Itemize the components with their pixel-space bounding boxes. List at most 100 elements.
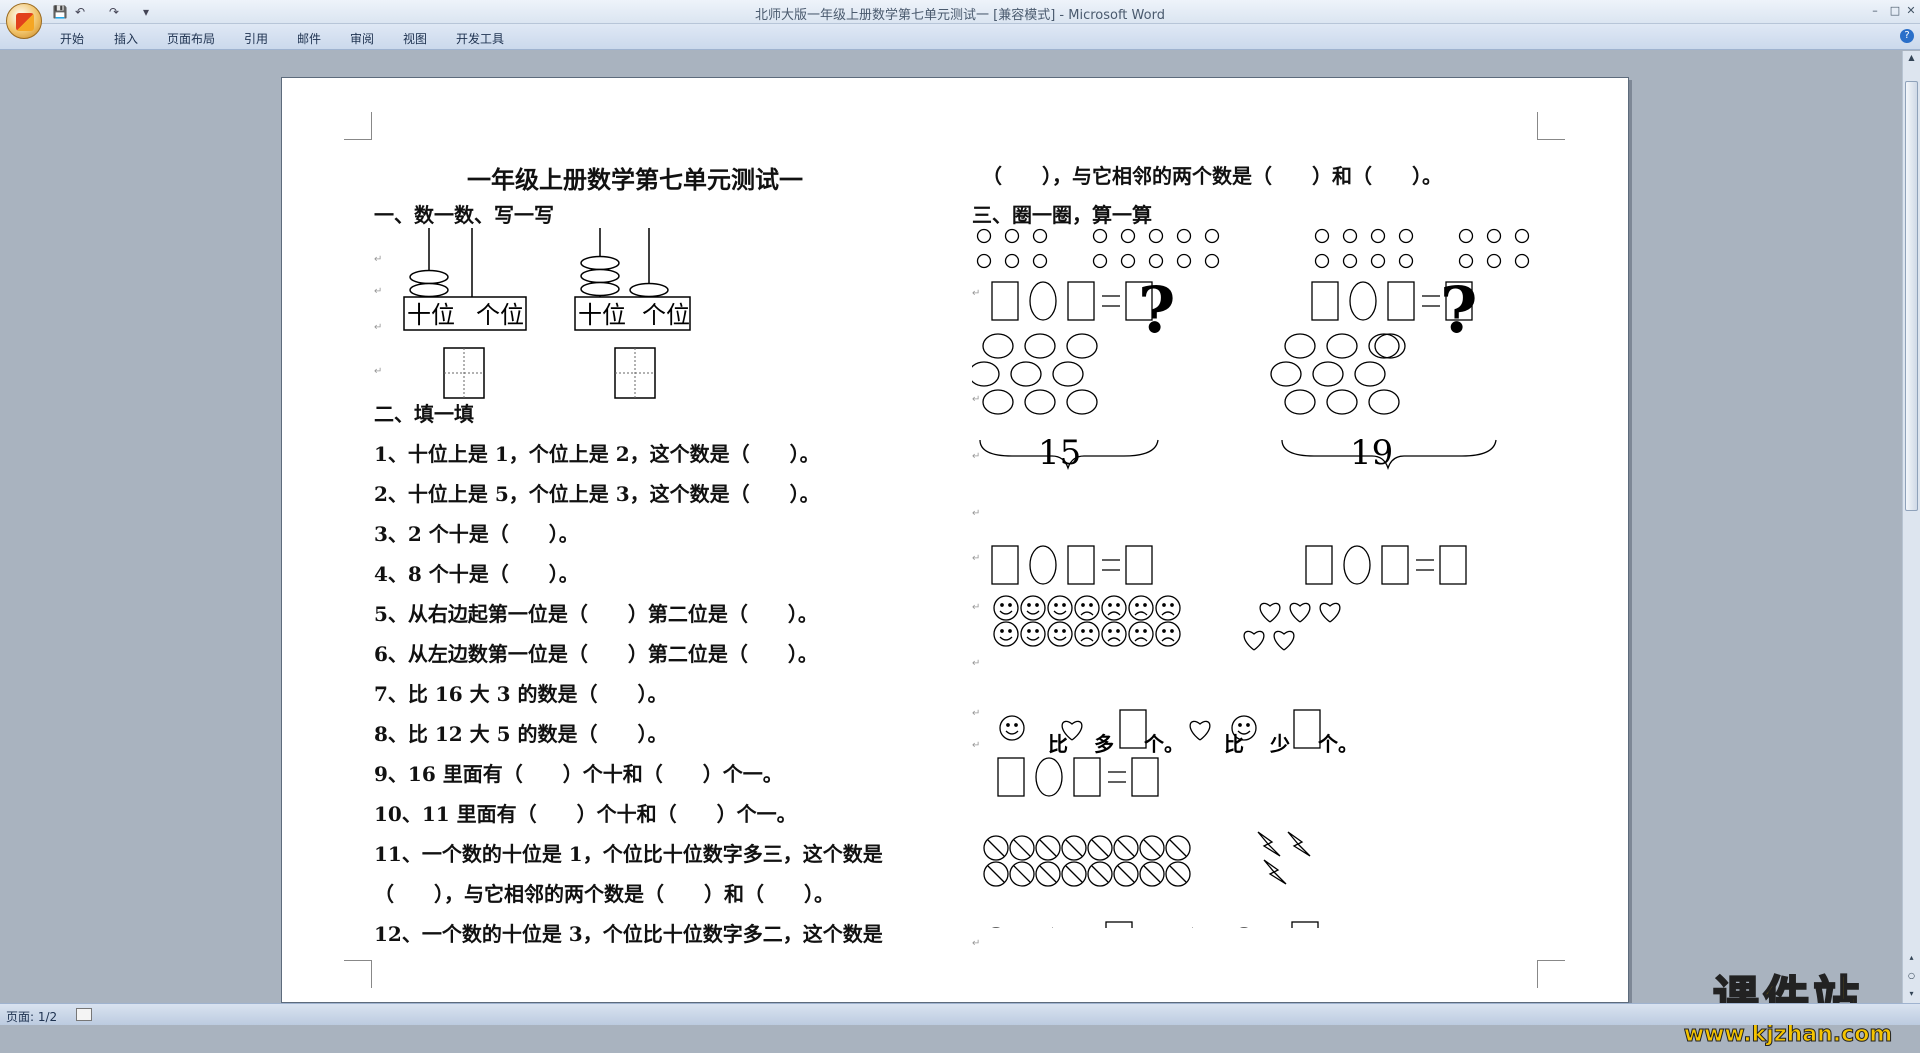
tab-view[interactable]: 视图 — [403, 30, 427, 47]
counting-circle — [1270, 361, 1302, 387]
no-sign-icon — [1013, 865, 1031, 883]
answer-box — [997, 757, 1025, 797]
no-sign-icon — [1091, 839, 1109, 857]
counting-circle — [1032, 228, 1048, 244]
close-icon[interactable]: ✕ — [1900, 2, 1920, 20]
circle-and-count-exercises: ? ? 15 19 比 多 个。 比 少 个。 比 多 个。 比 少 个。 — [972, 228, 1530, 928]
place-label-ones: 个位 — [642, 301, 690, 329]
counting-circle — [1204, 228, 1220, 244]
question-item: 6、从左边数第一位是（ ）第二位是（ ）。 — [374, 642, 818, 666]
compare-label: 多 — [1094, 732, 1114, 756]
counting-circle — [1514, 228, 1530, 244]
no-sign-icon — [987, 865, 1005, 883]
counting-circle — [1374, 333, 1406, 359]
tab-insert[interactable]: 插入 — [114, 30, 138, 47]
counting-circle — [1354, 361, 1386, 387]
smiley-icon — [993, 595, 1019, 621]
no-sign-icon — [1013, 839, 1031, 857]
compare-label: 比 — [1224, 732, 1244, 756]
no-sign-icon — [987, 839, 1005, 857]
question-item: 11、一个数的十位是 1，个位比十位数字多三，这个数是 — [374, 842, 883, 866]
counting-circle — [1486, 253, 1502, 269]
smiley-icon — [993, 621, 1019, 647]
scroll-up-icon[interactable]: ▲ — [1905, 51, 1918, 64]
heart-icon — [1189, 720, 1211, 741]
section-heading: 二、填一填 — [374, 402, 474, 426]
tab-references[interactable]: 引用 — [244, 30, 268, 47]
answer-box — [1131, 757, 1159, 797]
window-title: 北师大版一年级上册数学第七单元测试一 [兼容模式] - Microsoft Wo… — [755, 8, 1165, 23]
counting-circle — [976, 228, 992, 244]
counting-circle — [1314, 253, 1330, 269]
minimize-icon[interactable]: – — [1864, 2, 1886, 20]
tab-page-layout[interactable]: 页面布局 — [167, 30, 215, 47]
help-icon[interactable]: ? — [1900, 29, 1914, 43]
document-page[interactable]: 一年级上册数学第七单元测试一 一、数一数、写一写 十位 个位 十位 个位 ↵ ↵… — [281, 77, 1629, 1003]
tab-developer[interactable]: 开发工具 — [456, 30, 504, 47]
counting-circle — [1010, 361, 1042, 387]
counting-circle — [1370, 253, 1386, 269]
question-item: 2、十位上是 5，个位上是 3，这个数是（ ）。 — [374, 482, 820, 506]
answer-box — [1381, 545, 1409, 585]
counting-circle — [1370, 228, 1386, 244]
page-count[interactable]: 页面: 1/2 — [6, 1008, 57, 1025]
vertical-scrollbar[interactable]: ▲ ▴ ○ ▾ — [1902, 51, 1920, 1003]
watermark-url: www.kjzhan.com — [1683, 1022, 1893, 1047]
next-page-icon[interactable]: ▾ — [1905, 987, 1918, 1000]
counting-circle — [1398, 228, 1414, 244]
counting-circle — [1120, 253, 1136, 269]
no-sign-icon — [1169, 839, 1187, 857]
scrollbar-thumb[interactable] — [1905, 81, 1918, 511]
smiley-icon — [1047, 595, 1073, 621]
counting-circle — [1458, 228, 1474, 244]
frowny-icon — [1155, 595, 1181, 621]
counting-circle — [1176, 228, 1192, 244]
tab-mailings[interactable]: 邮件 — [297, 30, 321, 47]
counting-circle — [1004, 253, 1020, 269]
tab-home[interactable]: 开始 — [60, 30, 84, 47]
counting-circle — [1066, 333, 1098, 359]
office-button-icon[interactable] — [6, 3, 42, 39]
counting-circle — [1092, 228, 1108, 244]
lightning-icon — [1263, 859, 1287, 885]
no-sign-icon — [1039, 839, 1057, 857]
frowny-icon — [1101, 595, 1127, 621]
proofing-icon[interactable] — [76, 1008, 92, 1021]
heart-icon — [1259, 602, 1281, 623]
question-mark: ? — [1440, 273, 1478, 348]
tab-review[interactable]: 审阅 — [350, 30, 374, 47]
no-sign-icon — [1091, 865, 1109, 883]
counting-circle — [1486, 228, 1502, 244]
question-item: （ ），与它相邻的两个数是（ ）和（ ）。 — [374, 882, 834, 906]
no-sign-icon — [1117, 865, 1135, 883]
question-item: 9、16 里面有（ ）个十和（ ）个一。 — [374, 762, 783, 786]
answer-box — [1073, 757, 1101, 797]
answer-box — [1067, 545, 1095, 585]
answer-box — [1439, 545, 1467, 585]
frowny-icon — [1128, 595, 1154, 621]
question-mark: ? — [1138, 273, 1176, 348]
answer-box — [1293, 709, 1321, 749]
question-item: 10、11 里面有（ ）个十和（ ）个一。 — [374, 802, 797, 826]
answer-box — [1387, 281, 1415, 321]
document-title: 一年级上册数学第七单元测试一 — [467, 165, 803, 194]
counting-circle — [1148, 253, 1164, 269]
status-bar: 页面: 1/2 — [0, 1003, 1920, 1025]
counting-circle — [1284, 333, 1316, 359]
question-item: 5、从右边起第一位是（ ）第二位是（ ）。 — [374, 602, 818, 626]
compare-label: 个。 — [1317, 732, 1358, 756]
browse-object-icon[interactable]: ○ — [1905, 969, 1918, 982]
total-count: 15 — [1038, 433, 1081, 473]
counting-circle — [1032, 253, 1048, 269]
question-item: 8、比 12 大 5 的数是（ ）。 — [374, 722, 668, 746]
place-label-ones: 个位 — [476, 301, 524, 329]
operator-oval — [1029, 545, 1057, 585]
lightning-icon — [1257, 831, 1281, 857]
previous-page-icon[interactable]: ▴ — [1905, 951, 1918, 964]
total-count: 19 — [1350, 433, 1393, 473]
answer-box — [1291, 921, 1319, 928]
counting-circle — [1066, 389, 1098, 415]
operator-oval — [1035, 757, 1063, 797]
frowny-icon — [1074, 595, 1100, 621]
counting-circle — [1312, 361, 1344, 387]
